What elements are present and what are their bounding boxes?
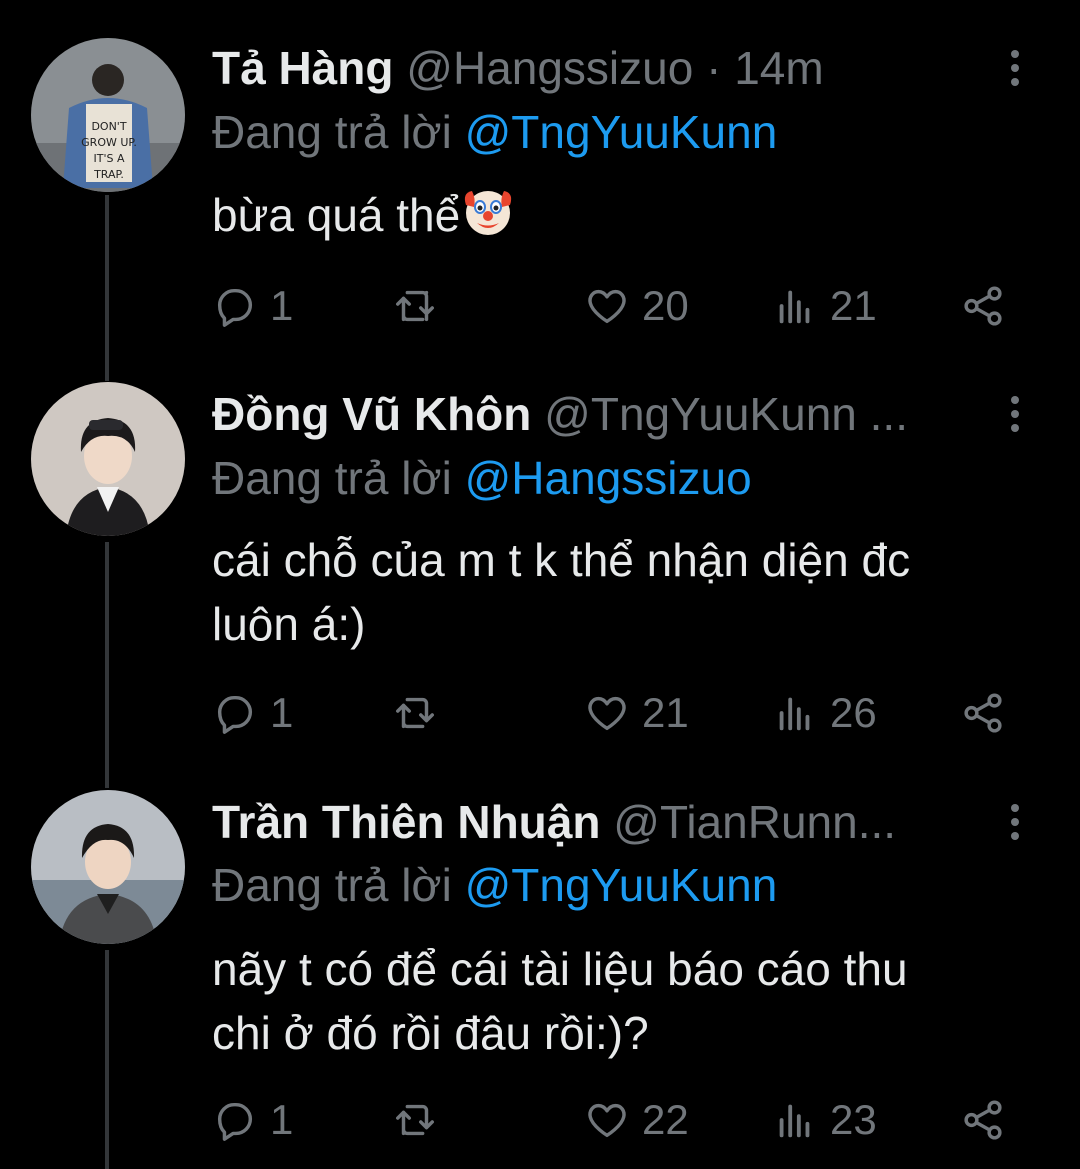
tweet[interactable]: Trần Thiên Nhuận @TianRunn... Đang trả l… bbox=[0, 0, 1080, 1169]
retweet-icon bbox=[396, 1104, 434, 1136]
more-icon[interactable] bbox=[990, 792, 1040, 852]
action-bar: 1 22 23 bbox=[212, 1090, 1032, 1150]
reply-count: 1 bbox=[270, 1096, 294, 1143]
share-button[interactable] bbox=[960, 1090, 1006, 1150]
avatar-image bbox=[31, 790, 185, 944]
share-icon bbox=[964, 1100, 1002, 1140]
reply-button[interactable]: 1 bbox=[212, 1090, 293, 1150]
views-button[interactable]: 23 bbox=[772, 1090, 877, 1150]
like-icon bbox=[588, 1103, 626, 1138]
display-name[interactable]: Trần Thiên Nhuận bbox=[212, 796, 600, 848]
tweet-text: nãy t có để cái tài liệu báo cáo thu chi… bbox=[212, 937, 1052, 1065]
tweet-text-line: nãy t có để cái tài liệu báo cáo thu bbox=[212, 943, 908, 995]
view-count: 23 bbox=[830, 1096, 877, 1143]
tweet-text-line: chi ở đó rồi đâu rồi:)? bbox=[212, 1007, 649, 1059]
mention-link[interactable]: @TngYuuKunn bbox=[465, 859, 778, 911]
replying-to: Đang trả lời @TngYuuKunn bbox=[212, 855, 777, 915]
views-icon bbox=[779, 1104, 810, 1138]
like-button[interactable]: 22 bbox=[584, 1090, 689, 1150]
reply-icon bbox=[217, 1102, 253, 1141]
like-count: 22 bbox=[642, 1096, 689, 1143]
retweet-button[interactable] bbox=[392, 1090, 450, 1150]
tweet-header: Trần Thiên Nhuận @TianRunn... bbox=[212, 792, 980, 852]
username[interactable]: @TianRunn... bbox=[613, 796, 896, 848]
replying-prefix: Đang trả lời bbox=[212, 859, 452, 911]
avatar[interactable] bbox=[31, 790, 185, 944]
